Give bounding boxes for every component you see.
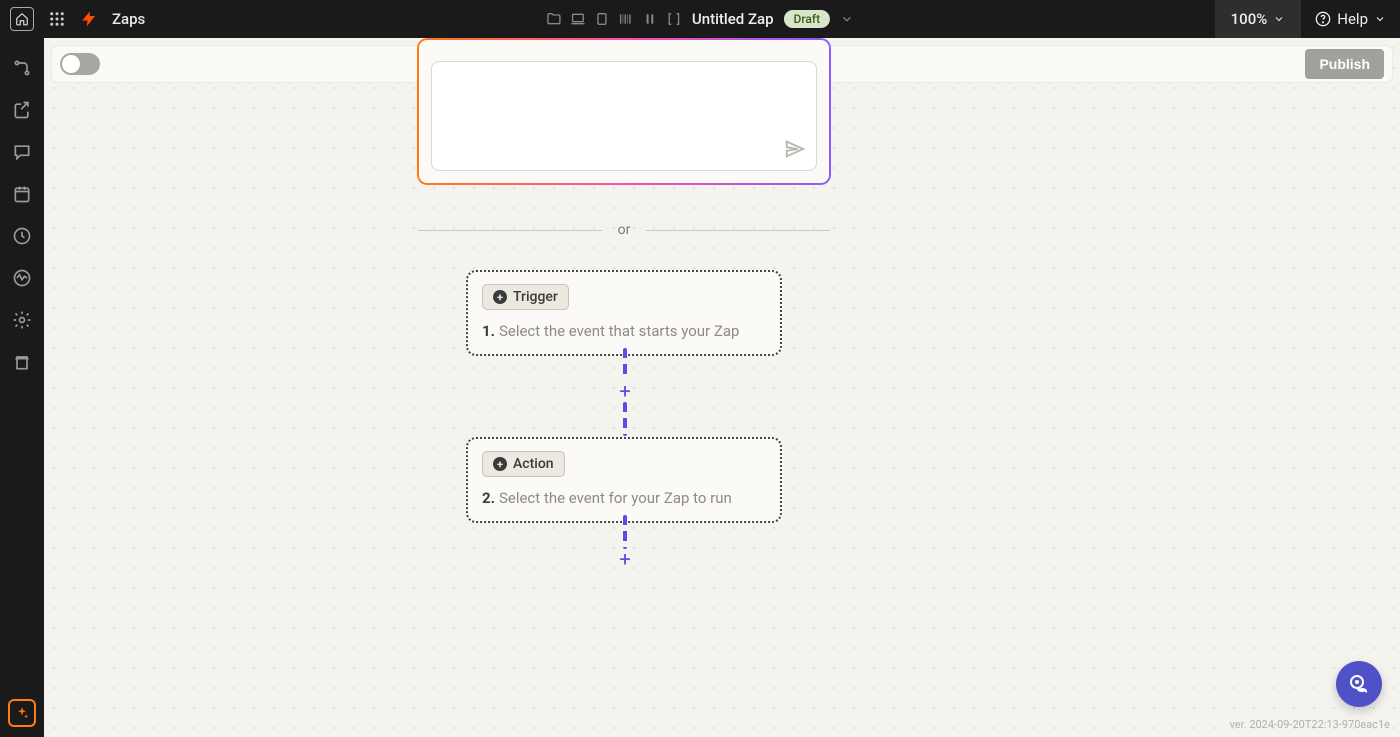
help-label: Help [1337,10,1368,28]
support-chat-icon [1347,672,1371,696]
divider-line [418,230,602,231]
version-text: ver. 2024-09-20T22:13-970eac1e [1230,718,1390,731]
trigger-step-card[interactable]: + Trigger 1.Select the event that starts… [466,270,782,356]
plus-circle-icon: + [493,290,507,304]
pause-icon [642,11,658,27]
folder-icon [546,11,562,27]
home-button[interactable] [10,7,34,31]
app-header: Zaps Untitled Zap Draft 100% Help [0,0,1400,38]
home-icon [15,12,29,26]
trigger-pill-label: Trigger [513,289,558,305]
add-step-button[interactable]: + [616,382,634,400]
device-icon [594,11,610,27]
or-divider: or [418,222,830,238]
plus-circle-icon: + [493,457,507,471]
action-description: 2.Select the event for your Zap to run [482,489,766,507]
action-pill[interactable]: + Action [482,451,565,477]
breadcrumb-icons[interactable] [546,11,682,27]
header-left: Zaps [0,7,145,31]
step-text: Select the event that starts your Zap [499,322,739,340]
apps-grid-icon[interactable] [48,10,66,28]
step-number: 2. [482,489,495,507]
enable-toggle[interactable] [60,53,100,75]
step-text: Select the event for your Zap to run [499,489,732,507]
brackets-icon [666,11,682,27]
barcode-icon [618,11,634,27]
add-step-button[interactable]: + [616,550,634,568]
divider-line [646,230,830,231]
help-menu[interactable]: Help [1301,0,1400,38]
zoom-label: 100% [1231,10,1268,28]
connector-line [623,402,627,436]
draft-status-pill: Draft [784,10,831,28]
or-label: or [618,222,631,238]
zap-name[interactable]: Untitled Zap [692,10,774,28]
connector-line [623,348,627,376]
support-fab[interactable] [1336,661,1382,707]
app-title[interactable]: Zaps [112,10,145,28]
chat-icon[interactable] [12,142,32,162]
path-icon[interactable] [12,58,32,78]
zoom-control[interactable]: 100% [1215,0,1302,38]
body-row: Publish or + Trigger 1.Select the event … [0,38,1400,737]
step-number: 1. [482,322,495,340]
gear-icon[interactable] [12,310,32,330]
help-circle-icon [1315,11,1331,27]
action-pill-label: Action [513,456,554,472]
action-step-card[interactable]: + Action 2.Select the event for your Zap… [466,437,782,523]
ai-prompt-card [417,38,831,185]
chevron-down-icon [1374,13,1386,25]
chevron-down-icon[interactable] [840,12,854,26]
publish-button[interactable]: Publish [1305,49,1384,79]
calendar-icon[interactable] [12,184,32,204]
laptop-icon [570,11,586,27]
archive-icon[interactable] [12,352,32,372]
ai-sparkle-button[interactable] [8,699,36,727]
send-icon[interactable] [784,138,806,160]
header-right: 100% Help [1215,0,1400,38]
connector-line [623,515,627,549]
trigger-pill[interactable]: + Trigger [482,284,569,310]
chevron-down-icon [1273,13,1285,25]
export-icon[interactable] [12,100,32,120]
header-center: Untitled Zap Draft [546,10,854,28]
activity-icon[interactable] [12,268,32,288]
trigger-description: 1.Select the event that starts your Zap [482,322,766,340]
left-sidebar [0,38,44,737]
sparkle-icon [15,706,29,720]
editor-canvas[interactable]: Publish or + Trigger 1.Select the event … [44,38,1400,737]
bolt-icon [80,10,98,28]
ai-prompt-input[interactable] [431,61,817,171]
clock-icon[interactable] [12,226,32,246]
